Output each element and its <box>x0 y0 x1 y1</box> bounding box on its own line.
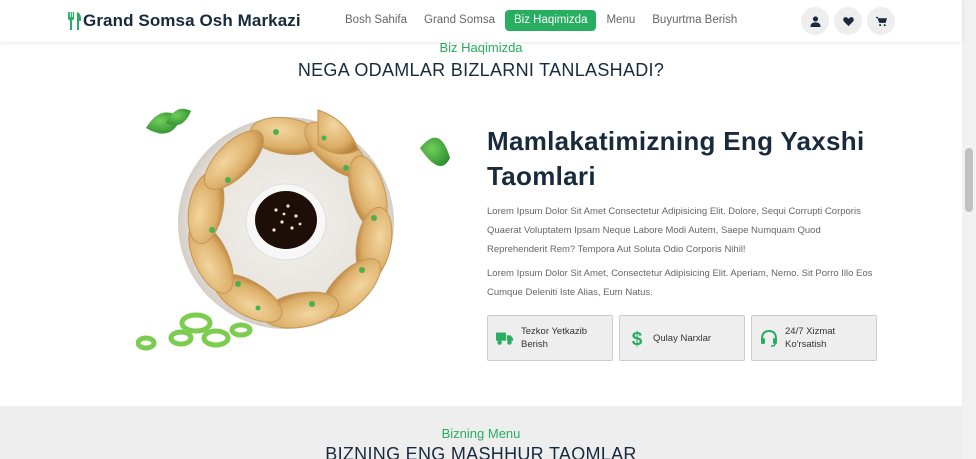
headset-icon <box>761 329 777 347</box>
menu-section: Bizning Menu BIZNING ENG MASHHUR TAOMLAR <box>0 406 962 459</box>
about-title: Mamlakatimizning Eng Yaxshi Taomlari <box>487 124 879 194</box>
about-content: Mamlakatimizning Eng Yaxshi Taomlari Lor… <box>487 124 879 361</box>
about-title-line2: Taomlari <box>487 161 596 191</box>
wishlist-button[interactable] <box>834 7 862 35</box>
heart-icon <box>842 16 854 26</box>
cart-button[interactable] <box>867 7 895 35</box>
feature-affordable-prices-label: Qulay Narxlar <box>653 332 712 344</box>
nav-bosh-sahifa[interactable]: Bosh Sahifa <box>338 10 414 31</box>
nav-biz-haqimizda[interactable]: Biz Haqimizda <box>504 10 597 31</box>
feature-fast-delivery: Tezkor Yetkazib Berish <box>487 315 613 361</box>
about-paragraph-1: Lorem Ipsum Dolor Sit Amet Consectetur A… <box>487 206 861 255</box>
nav-menu[interactable]: Menu <box>599 10 642 31</box>
feature-24-7-service: 24/7 Xizmat Ko'rsatish <box>751 315 877 361</box>
truck-icon <box>496 332 514 345</box>
menu-heading: BIZNING ENG MASHHUR TAOMLAR <box>325 444 637 459</box>
header-actions <box>801 7 900 35</box>
main-nav: Bosh Sahifa Grand Somsa Biz Haqimizda Me… <box>338 10 747 31</box>
feature-24-7-service-label: 24/7 Xizmat Ko'rsatish <box>785 326 836 350</box>
feature-list: Tezkor Yetkazib Berish $ Qulay Narxlar 2… <box>487 315 883 361</box>
brand-name: Grand Somsa Osh Markazi <box>83 11 301 30</box>
user-icon <box>809 15 821 27</box>
utensils-icon <box>68 12 81 30</box>
svg-text:$: $ <box>632 329 643 347</box>
scrollbar-thumb[interactable] <box>965 148 973 212</box>
brand-logo[interactable]: Grand Somsa Osh Markazi <box>67 11 301 31</box>
dumplings-image <box>136 108 450 351</box>
about-subheading: Biz Haqimizda <box>439 40 523 55</box>
feature-affordable-prices: $ Qulay Narxlar <box>619 315 745 361</box>
about-title-line1: Mamlakatimizning Eng Yaxshi <box>487 126 865 156</box>
about-paragraph-2: Lorem Ipsum Dolor Sit Amet, Consectetur … <box>487 268 873 298</box>
site-header: Grand Somsa Osh Markazi Bosh Sahifa Gran… <box>0 0 962 42</box>
menu-subheading: Bizning Menu <box>441 426 521 441</box>
about-heading: NEGA ODAMLAR BIZLARNI TANLASHADI? <box>297 60 665 80</box>
nav-buyurtma-berish[interactable]: Buyurtma Berish <box>645 10 744 31</box>
page-scrollbar[interactable] <box>962 0 976 459</box>
user-button[interactable] <box>801 7 829 35</box>
dollar-icon: $ <box>632 329 643 347</box>
feature-fast-delivery-label: Tezkor Yetkazib Berish <box>521 326 588 350</box>
cart-icon <box>875 16 887 26</box>
nav-grand-somsa[interactable]: Grand Somsa <box>417 10 502 31</box>
